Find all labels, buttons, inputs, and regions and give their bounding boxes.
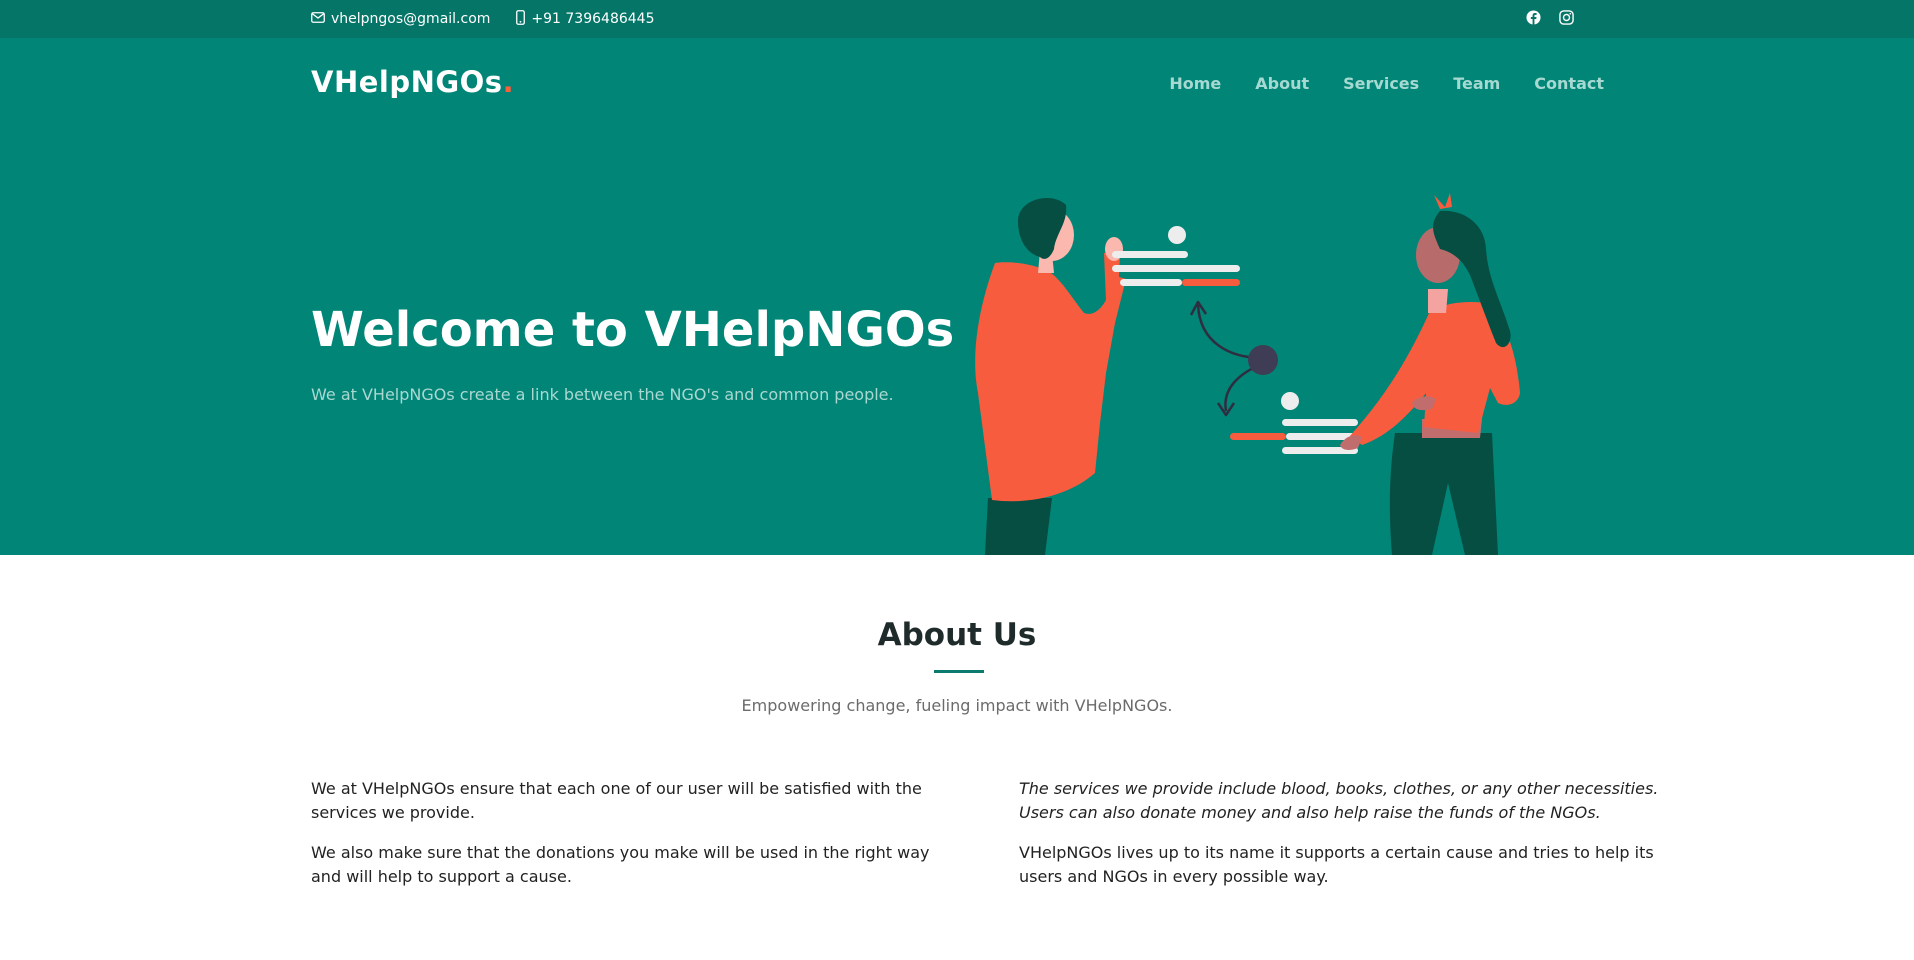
social-links (1526, 0, 1574, 38)
main-nav: Home About Services Team Contact (1169, 74, 1604, 93)
email-text: vhelpngos@gmail.com (331, 11, 491, 27)
hero-section: VHelpNGOs. Home About Services Team Cont… (0, 38, 1914, 555)
about-divider (934, 670, 984, 673)
about-paragraph: We at VHelpNGOs ensure that each one of … (311, 779, 922, 822)
top-bar: vhelpngos@gmail.com +91 7396486445 (0, 0, 1914, 38)
site-logo[interactable]: VHelpNGOs. (311, 65, 514, 99)
nav-team[interactable]: Team (1453, 74, 1500, 93)
about-paragraph: VHelpNGOs lives up to its name it suppor… (1019, 843, 1654, 886)
phone-icon (516, 9, 526, 29)
phone-contact[interactable]: +91 7396486445 (516, 9, 655, 29)
about-paragraph: We also make sure that the donations you… (311, 843, 930, 886)
email-contact[interactable]: vhelpngos@gmail.com (311, 11, 490, 27)
woman-figure (1340, 193, 1520, 555)
man-figure (975, 198, 1126, 555)
about-title: About Us (877, 617, 1037, 653)
contact-info: vhelpngos@gmail.com +91 7396486445 (311, 0, 654, 38)
about-right-column: The services we provide include blood, b… (1019, 777, 1659, 905)
facebook-icon[interactable] (1526, 9, 1541, 29)
upper-chart-card (1112, 226, 1240, 286)
nav-contact[interactable]: Contact (1534, 74, 1604, 93)
hero-title: Welcome to VHelpNGOs (311, 302, 955, 358)
logo-dot: . (502, 65, 515, 99)
logo-text: VHelpNGOs (311, 65, 503, 99)
hero-illustration (975, 193, 1520, 555)
nav-home[interactable]: Home (1169, 74, 1221, 93)
envelope-icon (311, 11, 325, 27)
phone-text: +91 7396486445 (531, 11, 655, 27)
about-subtitle: Empowering change, fueling impact with V… (741, 696, 1173, 715)
instagram-icon[interactable] (1559, 9, 1574, 29)
about-left-column: We at VHelpNGOs ensure that each one of … (311, 777, 951, 905)
lower-chart-card (1230, 392, 1358, 454)
about-paragraph: The services we provide include blood, b… (1019, 779, 1659, 822)
hero-subtitle: We at VHelpNGOs create a link between th… (311, 385, 894, 404)
nav-about[interactable]: About (1255, 74, 1309, 93)
nav-services[interactable]: Services (1343, 74, 1419, 93)
